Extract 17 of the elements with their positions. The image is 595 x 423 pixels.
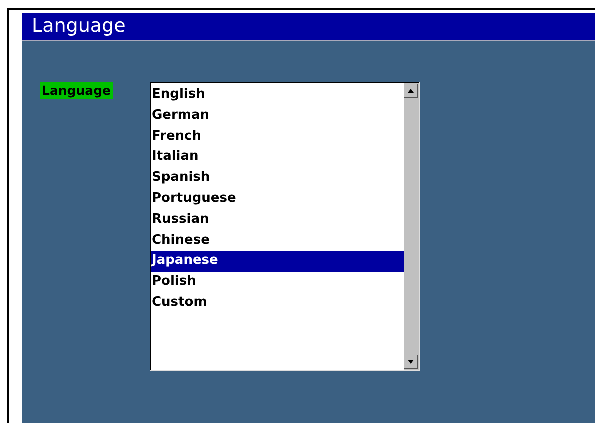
list-item[interactable]: Japanese	[151, 251, 404, 272]
list-item[interactable]: Polish	[151, 272, 404, 293]
list-item[interactable]: French	[151, 126, 404, 148]
list-item[interactable]: German	[151, 106, 404, 127]
list-item[interactable]: Russian	[151, 210, 404, 231]
language-list[interactable]: English German French Italian Spanish Portuguese Russian Chinese Japanese Polish Custom	[150, 82, 420, 371]
list-item[interactable]: Portuguese	[151, 188, 404, 210]
scroll-up-icon[interactable]	[404, 84, 418, 98]
field-label: Language	[40, 82, 114, 99]
list-item[interactable]: Chinese	[151, 230, 404, 252]
list-item[interactable]: English	[151, 85, 404, 106]
list-item[interactable]: Spanish	[151, 168, 404, 189]
window-title: Language	[22, 13, 595, 41]
scrollbar[interactable]	[404, 83, 420, 370]
scroll-down-icon[interactable]	[404, 355, 418, 369]
list-item[interactable]: Custom	[151, 292, 404, 314]
list-item[interactable]: Italian	[151, 147, 404, 168]
